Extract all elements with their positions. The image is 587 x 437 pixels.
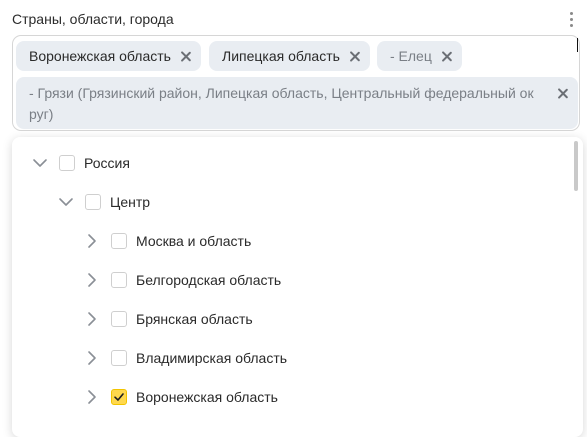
tree-item-label: Россия <box>84 155 130 171</box>
remove-chip-icon[interactable] <box>441 51 452 62</box>
chevron-right-icon[interactable] <box>83 271 101 289</box>
chip-gryazi: - Грязи (Грязинский район, Липецкая обла… <box>16 77 578 129</box>
tree-item-voronezh[interactable]: Воронежская область <box>83 384 278 410</box>
remove-chip-icon[interactable] <box>349 51 360 62</box>
chip-label: Воронежская область <box>29 48 171 64</box>
tree-item-label: Воронежская область <box>136 389 278 405</box>
checkbox[interactable] <box>111 350 127 366</box>
checkbox[interactable] <box>85 194 101 210</box>
chevron-right-icon[interactable] <box>83 310 101 328</box>
tree-item-vladimir[interactable]: Владимирская область <box>83 345 287 371</box>
tree-item-russia[interactable]: Россия <box>31 150 130 176</box>
chip-elets: - Елец <box>377 41 462 71</box>
remove-chip-icon[interactable] <box>557 88 568 99</box>
chip-label-line2: руг) <box>29 106 54 122</box>
chip-voronezh-region: Воронежская область <box>16 41 201 71</box>
chip-label: - Елец <box>390 48 432 64</box>
check-icon <box>114 393 124 401</box>
tree-item-label: Центр <box>110 194 151 210</box>
chip-lipetsk-region: Липецкая область <box>209 41 370 71</box>
remove-chip-icon[interactable] <box>180 51 191 62</box>
tree-item-label: Москва и область <box>136 233 252 249</box>
chevron-right-icon[interactable] <box>83 388 101 406</box>
tree-item-label: Белгородская область <box>136 272 282 288</box>
checkbox-checked[interactable] <box>111 389 127 405</box>
tree-item-center[interactable]: Центр <box>57 189 150 215</box>
checkbox[interactable] <box>59 155 75 171</box>
tree-item-belgorod[interactable]: Белгородская область <box>83 267 281 293</box>
checkbox[interactable] <box>111 272 127 288</box>
chevron-right-icon[interactable] <box>83 349 101 367</box>
chevron-right-icon[interactable] <box>83 232 101 250</box>
chevron-down-icon[interactable] <box>31 154 49 172</box>
field-label: Страны, области, города <box>12 11 174 27</box>
tree-item-moscow[interactable]: Москва и область <box>83 228 251 254</box>
chip-label: Липецкая область <box>222 48 340 64</box>
chevron-down-icon[interactable] <box>57 193 75 211</box>
scrollbar-thumb[interactable] <box>574 141 578 191</box>
chip-label-line1: - Грязи (Грязинский район, Липецкая обла… <box>29 85 534 101</box>
tree-item-bryansk[interactable]: Брянская область <box>83 306 253 332</box>
tree-item-label: Брянская область <box>136 311 253 327</box>
tree-item-label: Владимирская область <box>136 350 288 366</box>
checkbox[interactable] <box>111 311 127 327</box>
checkbox[interactable] <box>111 233 127 249</box>
text-cursor <box>577 38 578 52</box>
more-vertical-icon[interactable] <box>567 12 575 32</box>
